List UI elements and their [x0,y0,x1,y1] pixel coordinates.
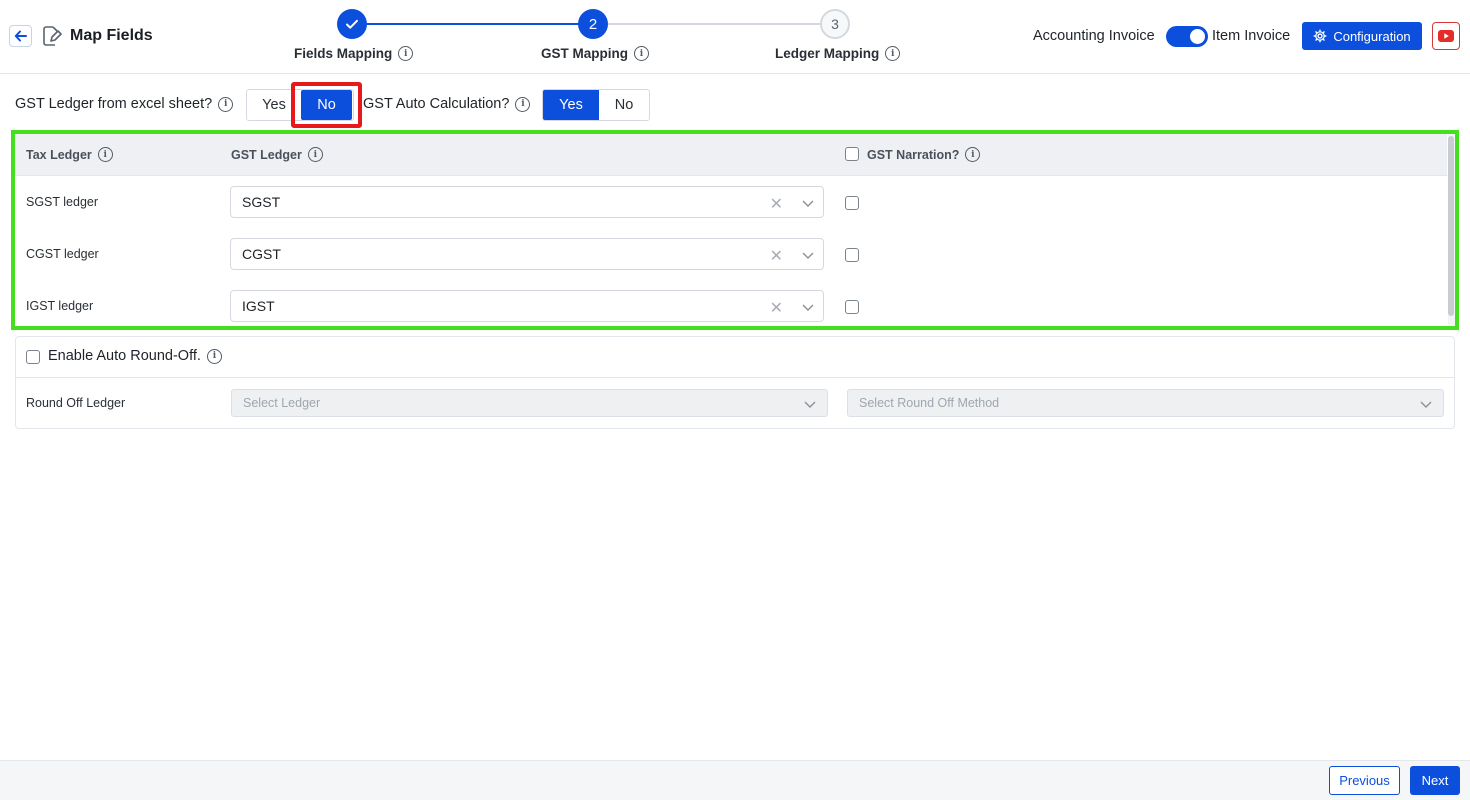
gst-auto-calc-no[interactable]: No [599,90,649,120]
youtube-icon [1438,30,1454,42]
info-icon[interactable]: i [206,348,222,364]
stepper-line-pending [608,23,820,25]
gst-auto-calc-yes[interactable]: Yes [543,90,599,120]
step-2-number: 2 [588,15,598,33]
arrow-left-icon [14,30,27,42]
step-2-label: GST Mapping i [541,46,649,61]
next-button[interactable]: Next [1410,766,1460,795]
round-off-ledger-select[interactable]: Select Ledger [231,389,828,417]
configuration-button[interactable]: Configuration [1302,22,1422,50]
enable-round-off-checkbox[interactable] [26,350,40,364]
item-invoice-label: Item Invoice [1212,28,1291,44]
info-icon[interactable]: i [515,96,531,112]
toggle-knob [1190,29,1205,44]
info-icon[interactable]: i [885,46,901,61]
youtube-button[interactable] [1432,22,1460,50]
gst-auto-calc-toggle: Yes No [542,89,650,121]
highlight-box-green [11,130,1459,330]
select-placeholder: Select Ledger [243,396,321,410]
chevron-down-icon [804,401,816,408]
step-3-number: 3 [831,16,839,32]
edit-document-icon [40,25,62,47]
footer-bar [0,760,1470,800]
round-off-method-select[interactable]: Select Round Off Method [847,389,1444,417]
divider [16,377,1454,378]
accounting-invoice-label: Accounting Invoice [1033,28,1155,44]
step-1-label: Fields Mapping i [294,46,414,61]
round-off-ledger-label: Round Off Ledger [26,396,126,410]
step-2-label-text: GST Mapping [541,46,628,61]
previous-button[interactable]: Previous [1329,766,1400,795]
info-icon[interactable]: i [634,46,649,61]
step-3-label: Ledger Mapping i [775,46,901,61]
invoice-type-toggle[interactable] [1166,26,1208,47]
gst-from-excel-label: GST Ledger from excel sheet? [15,96,213,112]
step-1-label-text: Fields Mapping [294,46,393,61]
step-2-circle[interactable]: 2 [578,9,608,39]
enable-round-off-row: Enable Auto Round-Off. i [48,348,222,364]
info-icon[interactable]: i [398,46,414,61]
gst-from-excel-question: GST Ledger from excel sheet? i [15,96,234,112]
configuration-button-label: Configuration [1333,28,1411,44]
chevron-down-icon [1420,401,1432,408]
info-icon[interactable]: i [218,96,234,112]
gst-from-excel-no[interactable]: No [301,90,352,120]
step-3-circle[interactable]: 3 [820,9,850,39]
header: Map Fields 2 3 Fields Mapping i GST Mapp… [0,0,1470,74]
gst-auto-calc-question: GST Auto Calculation? i [363,96,531,112]
stepper-line-complete [367,23,579,25]
gear-icon [1313,29,1327,43]
back-button[interactable] [9,25,32,47]
step-3-label-text: Ledger Mapping [775,46,880,61]
check-icon [346,19,358,29]
step-1-circle[interactable] [337,9,367,39]
gst-auto-calc-label: GST Auto Calculation? [363,96,510,112]
select-placeholder: Select Round Off Method [859,396,1000,410]
enable-round-off-label: Enable Auto Round-Off. [48,348,201,364]
page-title: Map Fields [70,27,153,44]
